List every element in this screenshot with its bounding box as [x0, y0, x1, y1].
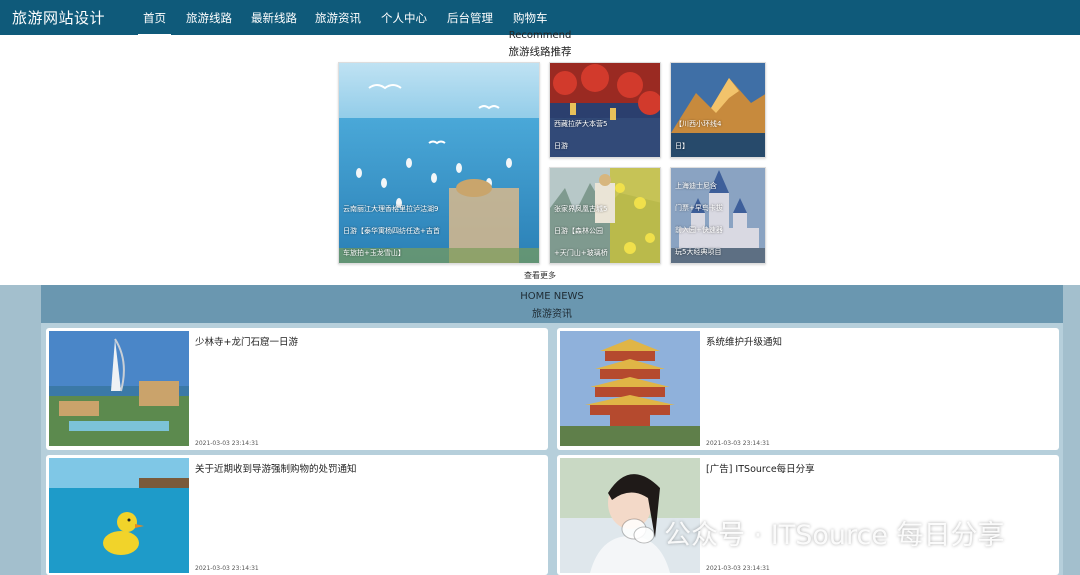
nav-item-routes[interactable]: 旅游线路: [186, 10, 232, 26]
route-tile-tibet[interactable]: 西藏拉萨大本营5 日游: [549, 62, 661, 158]
news-thumbnail: [560, 331, 700, 446]
route-caption: 前入园+快速器: [675, 226, 723, 234]
news-title[interactable]: 少林寺+龙门石窟一日游: [195, 334, 298, 348]
recommend-title: 旅游线路推荐: [508, 46, 572, 58]
news-card[interactable]: 少林寺+龙门石窟一日游 2021-03-03 23:14:31: [46, 328, 548, 450]
news-date: 2021-03-03 23:14:31: [195, 440, 259, 447]
route-caption: 云南丽江大理香格里拉泸沽湖9: [343, 205, 439, 213]
route-caption: 车旅拍+玉龙雪山】: [343, 249, 405, 257]
route-tile-yunnan[interactable]: 云南丽江大理香格里拉泸沽湖9 日游【泰华寓杨四纺任选+吉首 车旅拍+玉龙雪山】: [338, 62, 540, 264]
news-title-en: HOME NEWS: [520, 291, 584, 302]
route-caption: 日】: [675, 142, 689, 150]
news-date: 2021-03-03 23:14:31: [195, 565, 259, 572]
site-brand[interactable]: 旅游网站设计: [12, 7, 105, 28]
watermark-text: 公众号 · ITSource 每日分享: [664, 520, 1005, 551]
route-tile-sichuan[interactable]: 【川西小环线4 日】: [670, 62, 766, 158]
route-tile-zhangjiajie[interactable]: 张家界凤凰古城5 日游【森林公园 +天门山+玻璃桥: [549, 167, 661, 264]
news-thumbnail: [49, 331, 189, 446]
route-caption: 日游: [554, 142, 568, 150]
news-date: 2021-03-03 23:14:31: [706, 565, 770, 572]
nav-item-cart[interactable]: 购物车: [513, 10, 548, 26]
route-caption: +天门山+玻璃桥: [554, 249, 608, 257]
route-caption: 西藏拉萨大本营5: [554, 120, 608, 128]
news-title[interactable]: 系统维护升级通知: [706, 334, 782, 348]
route-caption: 【川西小环线4: [675, 120, 722, 128]
recommend-title-en: Recommend: [508, 30, 572, 41]
nav-item-admin[interactable]: 后台管理: [447, 10, 493, 26]
news-thumbnail: [49, 458, 189, 573]
route-caption: 日游【森林公园: [554, 227, 603, 235]
nav-item-profile[interactable]: 个人中心: [381, 10, 427, 26]
view-more-link[interactable]: 查看更多: [0, 270, 1080, 281]
route-tile-disney[interactable]: 上海迪士尼含 门票+早鸟卡拔 前入园+快速器 玩5大经典项目: [670, 167, 766, 264]
route-caption: 上海迪士尼含: [675, 182, 717, 190]
news-card[interactable]: 关于近期收到导游强制购物的处罚通知 2021-03-03 23:14:31: [46, 455, 548, 575]
route-caption: 玩5大经典项目: [675, 248, 722, 256]
news-title: 旅游资讯: [532, 309, 572, 320]
nav-item-latest-routes[interactable]: 最新线路: [251, 10, 297, 26]
news-card[interactable]: 系统维护升级通知 2021-03-03 23:14:31: [557, 328, 1059, 450]
news-date: 2021-03-03 23:14:31: [706, 440, 770, 447]
nav-item-news[interactable]: 旅游资讯: [315, 10, 361, 26]
route-caption: 门票+早鸟卡拔: [675, 204, 723, 212]
nav-item-home[interactable]: 首页: [138, 10, 171, 36]
route-caption: 日游【泰华寓杨四纺任选+吉首: [343, 227, 440, 235]
news-title[interactable]: 关于近期收到导游强制购物的处罚通知: [195, 461, 357, 475]
news-title[interactable]: [广告] ITSource每日分享: [706, 461, 815, 475]
route-caption: 张家界凤凰古城5: [554, 205, 608, 213]
wechat-icon: [621, 518, 655, 544]
